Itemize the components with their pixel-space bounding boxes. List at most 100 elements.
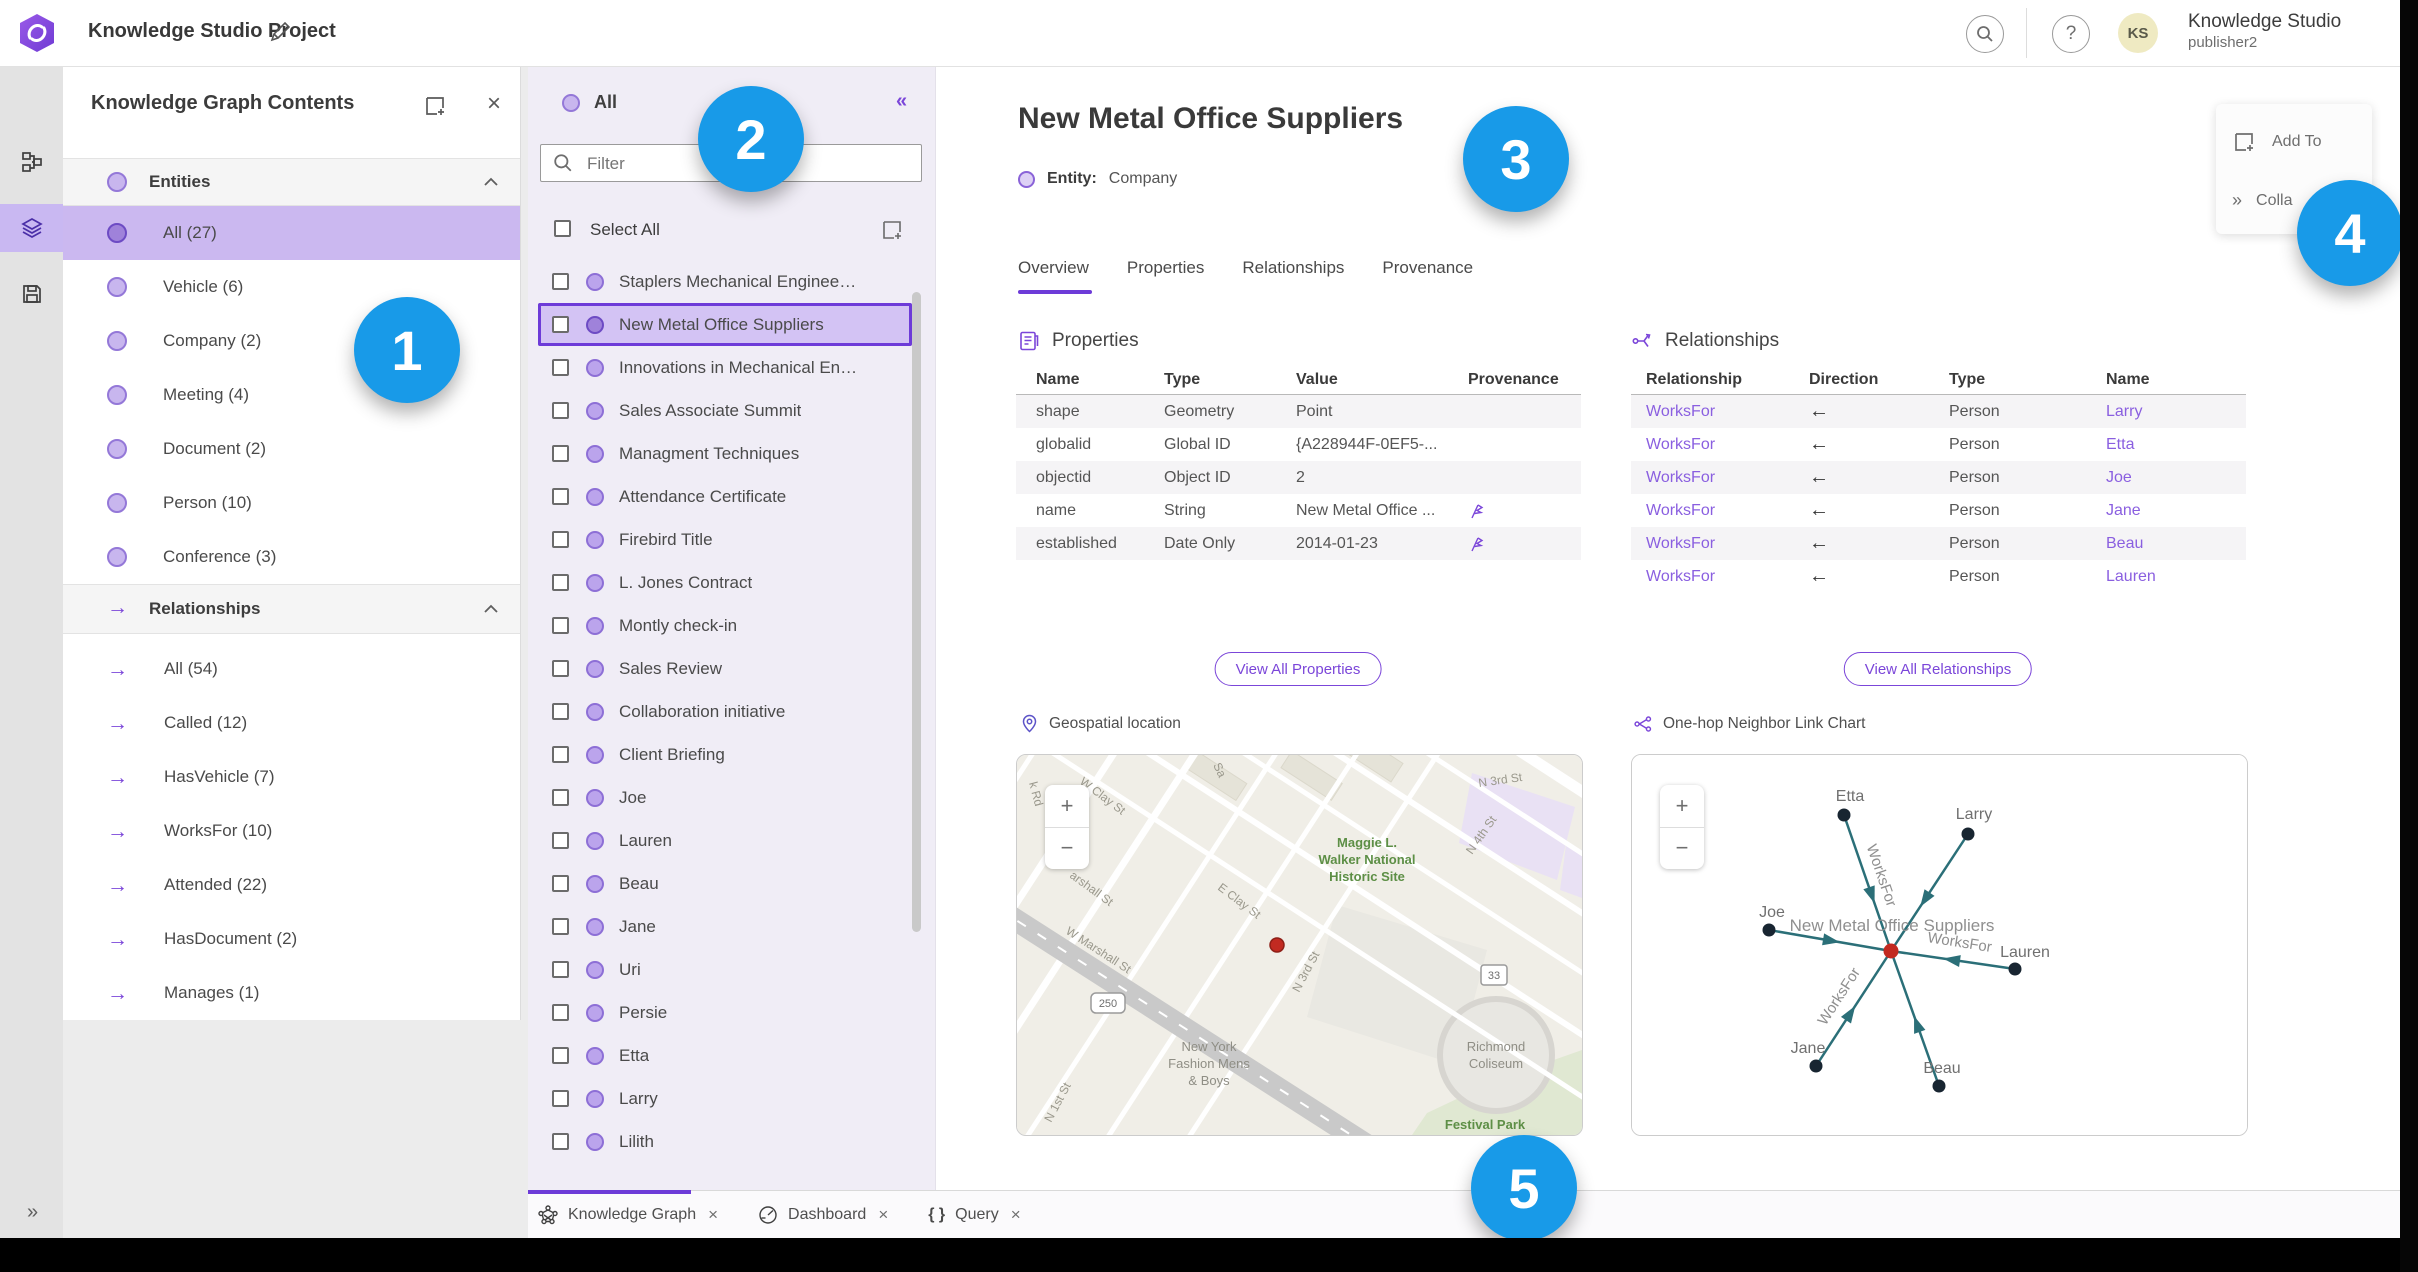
close-panel-icon[interactable]: ×	[487, 90, 501, 118]
view-all-relationships-button[interactable]: View All Relationships	[1843, 652, 2033, 686]
related-entity-link[interactable]: Joe	[2106, 469, 2246, 487]
node-beau[interactable]	[1932, 1079, 1946, 1093]
add-to-button[interactable]: Add To	[2232, 130, 2322, 154]
tab-relationships[interactable]: Relationships	[1242, 258, 1344, 278]
entity-type-item[interactable]: All (27)	[63, 206, 520, 260]
collapse-panel-icon[interactable]: «	[896, 90, 907, 113]
item-checkbox[interactable]	[552, 789, 569, 806]
tab-overview[interactable]: Overview	[1018, 258, 1089, 278]
item-checkbox[interactable]	[552, 445, 569, 462]
relationship-type-item[interactable]: → HasVehicle (7)	[63, 750, 520, 804]
relationship-type-item[interactable]: → WorksFor (10)	[63, 804, 520, 858]
entity-list-item[interactable]: Larry	[538, 1077, 912, 1120]
item-checkbox[interactable]	[552, 402, 569, 419]
item-checkbox[interactable]	[552, 359, 569, 376]
item-checkbox[interactable]	[552, 488, 569, 505]
item-checkbox[interactable]	[552, 531, 569, 548]
add-to-map-icon[interactable]	[423, 94, 447, 118]
item-checkbox[interactable]	[552, 660, 569, 677]
entity-list-item[interactable]: Persie	[538, 991, 912, 1034]
relationships-section-header[interactable]: → Relationships	[63, 584, 520, 634]
related-entity-link[interactable]: Lauren	[2106, 568, 2246, 586]
provenance-flag-icon[interactable]	[1468, 502, 1485, 519]
item-checkbox[interactable]	[552, 918, 569, 935]
entity-list-item[interactable]: Firebird Title	[538, 518, 912, 561]
entity-list-item[interactable]: Montly check-in	[538, 604, 912, 647]
zoom-out-button[interactable]: −	[1045, 828, 1089, 870]
entity-type-item[interactable]: Document (2)	[63, 422, 520, 476]
layers-icon[interactable]	[0, 204, 63, 252]
zoom-out-button[interactable]: −	[1660, 828, 1704, 870]
link-chart[interactable]: Etta Larry Joe Lauren Jane Beau New Meta…	[1631, 754, 2248, 1136]
entity-list-item[interactable]: Joe	[538, 776, 912, 819]
entity-list-item[interactable]: L. Jones Contract	[538, 561, 912, 604]
item-checkbox[interactable]	[552, 1004, 569, 1021]
relationship-link[interactable]: WorksFor	[1646, 403, 1809, 421]
related-entity-link[interactable]: Etta	[2106, 436, 2246, 454]
zoom-in-button[interactable]: +	[1660, 785, 1704, 828]
relationship-type-item[interactable]: → All (54)	[63, 642, 520, 696]
item-checkbox[interactable]	[552, 574, 569, 591]
entity-list-item[interactable]: Attendance Certificate	[538, 475, 912, 518]
close-tab-icon[interactable]: ×	[708, 1205, 718, 1225]
relationship-link[interactable]: WorksFor	[1646, 502, 1809, 520]
entity-list-item[interactable]: Lauren	[538, 819, 912, 862]
edit-pencil-icon[interactable]	[268, 20, 292, 44]
entity-list-item[interactable]: Sales Review	[538, 647, 912, 690]
item-checkbox[interactable]	[552, 703, 569, 720]
item-checkbox[interactable]	[552, 316, 569, 333]
item-checkbox[interactable]	[552, 1133, 569, 1150]
item-checkbox[interactable]	[552, 961, 569, 978]
related-entity-link[interactable]: Beau	[2106, 535, 2246, 553]
help-button[interactable]: ?	[2052, 15, 2090, 53]
node-joe[interactable]	[1762, 923, 1776, 937]
tab-provenance[interactable]: Provenance	[1382, 258, 1473, 278]
item-checkbox[interactable]	[552, 273, 569, 290]
zoom-in-button[interactable]: +	[1045, 785, 1089, 828]
entity-type-item[interactable]: Vehicle (6)	[63, 260, 520, 314]
search-button[interactable]	[1966, 15, 2004, 53]
tab-knowledge-graph[interactable]: Knowledge Graph ×	[538, 1205, 718, 1225]
item-checkbox[interactable]	[552, 1047, 569, 1064]
item-checkbox[interactable]	[552, 875, 569, 892]
tab-dashboard[interactable]: Dashboard ×	[758, 1205, 888, 1225]
scrollbar-thumb[interactable]	[912, 292, 921, 932]
entities-section-header[interactable]: Entities	[63, 158, 520, 206]
node-etta[interactable]	[1837, 808, 1851, 822]
avatar[interactable]: KS	[2118, 13, 2158, 53]
related-entity-link[interactable]: Larry	[2106, 403, 2246, 421]
relationship-type-item[interactable]: → HasDocument (2)	[63, 912, 520, 966]
item-checkbox[interactable]	[552, 746, 569, 763]
entity-list-item[interactable]: Lilith	[538, 1120, 912, 1163]
provenance-flag-icon[interactable]	[1468, 535, 1485, 552]
relationship-link[interactable]: WorksFor	[1646, 535, 1809, 553]
relationship-type-item[interactable]: → Manages (1)	[63, 966, 520, 1020]
tab-properties[interactable]: Properties	[1127, 258, 1204, 278]
node-larry[interactable]	[1961, 827, 1975, 841]
node-center-company[interactable]	[1883, 943, 1899, 959]
geospatial-map[interactable]: k Rd W Clay St Sa N 3rd St N 4th St arsh…	[1016, 754, 1583, 1136]
entity-list-item[interactable]: Uri	[538, 948, 912, 991]
relationship-link[interactable]: WorksFor	[1646, 436, 1809, 454]
save-icon[interactable]	[0, 270, 63, 318]
relationship-type-item[interactable]: → Attended (22)	[63, 858, 520, 912]
relationship-link[interactable]: WorksFor	[1646, 469, 1809, 487]
user-info[interactable]: Knowledge Studio publisher2	[2188, 10, 2341, 53]
entity-list-item[interactable]: Etta	[538, 1034, 912, 1077]
relationship-type-item[interactable]: → Called (12)	[63, 696, 520, 750]
item-checkbox[interactable]	[552, 1090, 569, 1107]
entity-type-item[interactable]: Conference (3)	[63, 530, 520, 584]
relationship-link[interactable]: WorksFor	[1646, 568, 1809, 586]
add-to-map-icon[interactable]	[880, 218, 904, 242]
entity-list-item[interactable]: Staplers Mechanical Engineering	[538, 260, 912, 303]
related-entity-link[interactable]: Jane	[2106, 502, 2246, 520]
entity-list-item[interactable]: Managment Techniques	[538, 432, 912, 475]
item-checkbox[interactable]	[552, 832, 569, 849]
tab-query[interactable]: { } Query ×	[928, 1205, 1020, 1225]
data-model-icon[interactable]	[0, 138, 63, 186]
entity-list-item[interactable]: Collaboration initiative	[538, 690, 912, 733]
entity-list-item[interactable]: Sales Associate Summit	[538, 389, 912, 432]
entity-list-item[interactable]: Innovations in Mechanical Engin...	[538, 346, 912, 389]
view-all-properties-button[interactable]: View All Properties	[1214, 652, 1382, 686]
entity-list-item[interactable]: Jane	[538, 905, 912, 948]
